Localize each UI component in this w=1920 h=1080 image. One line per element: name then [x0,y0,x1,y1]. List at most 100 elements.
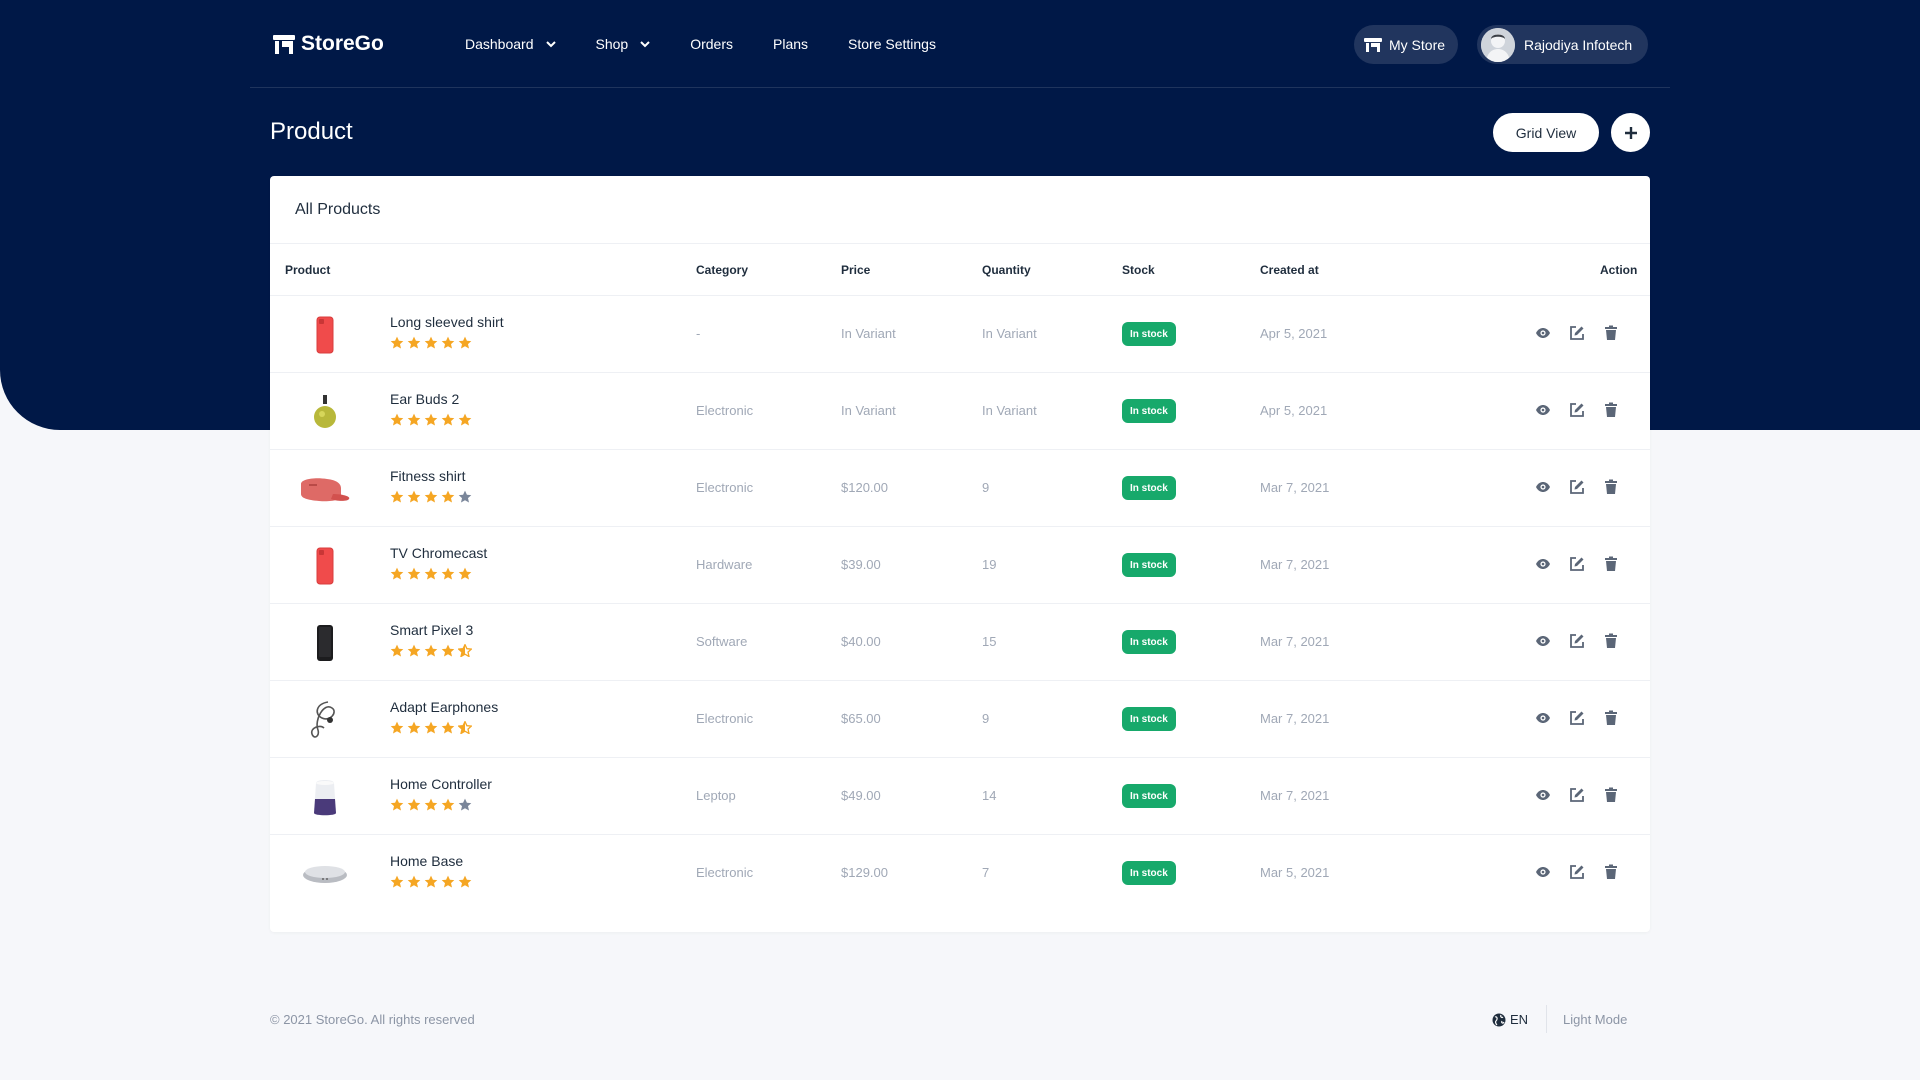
star-full-icon [407,875,421,888]
product-thumbnail[interactable] [295,541,355,591]
product-thumbnail[interactable] [295,464,355,514]
add-product-button[interactable] [1611,113,1650,152]
product-price: $40.00 [841,634,881,649]
edit-icon[interactable] [1568,478,1585,495]
product-quantity: In Variant [982,326,1037,341]
delete-icon[interactable] [1602,555,1619,572]
delete-icon[interactable] [1602,709,1619,726]
product-category: Hardware [696,557,753,572]
star-full-icon [441,490,455,503]
stock-badge: In stock [1122,399,1176,423]
product-quantity: 19 [982,557,997,572]
product-thumbnail[interactable] [295,387,355,437]
star-full-icon [441,336,455,349]
product-name[interactable]: TV Chromecast [390,545,487,561]
column-header-price[interactable]: Price [841,263,870,277]
product-quantity: 7 [982,865,990,880]
edit-icon[interactable] [1568,709,1585,726]
table-row[interactable]: Home Base Electronic $129.00 7 In stock Mar 5… [270,835,1650,912]
product-category: Electronic [696,865,754,880]
star-full-icon [390,875,404,888]
nav-store-settings[interactable]: Store Settings [848,36,936,52]
product-rating [390,798,472,811]
edit-icon[interactable] [1568,324,1585,341]
product-thumbnail[interactable] [295,695,355,745]
delete-icon[interactable] [1602,401,1619,418]
table-row[interactable]: TV Chromecast Hardware $39.00 19 In stock Mar… [270,527,1650,604]
light-mode-toggle[interactable]: Light Mode [1563,1012,1627,1027]
column-header-quantity[interactable]: Quantity [982,263,1031,277]
star-full-icon [407,644,421,657]
nav-plans[interactable]: Plans [773,36,808,52]
user-avatar-icon [1481,27,1515,62]
table-row[interactable]: Home Controller Leptop $49.00 14 In stock Mar… [270,758,1650,835]
product-thumbnail[interactable] [295,772,355,822]
grid-view-button[interactable]: Grid View [1493,113,1599,152]
column-header-category[interactable]: Category [696,263,748,277]
stock-badge: In stock [1122,322,1176,346]
view-icon[interactable] [1534,478,1551,495]
nav-plans-label: Plans [773,36,809,52]
product-category: Electronic [696,480,754,495]
product-rating [390,567,472,580]
row-actions [1534,401,1619,418]
table-row[interactable]: Ear Buds 2 Electronic In Variant In Variant… [270,373,1650,450]
edit-icon[interactable] [1568,401,1585,418]
delete-icon[interactable] [1602,632,1619,649]
delete-icon[interactable] [1602,478,1619,495]
product-name[interactable]: Ear Buds 2 [390,391,459,407]
view-icon[interactable] [1534,555,1551,572]
product-name[interactable]: Smart Pixel 3 [390,622,473,638]
nav-shop[interactable]: Shop [596,36,651,52]
table-row[interactable]: Fitness shirt Electronic $120.00 9 In stock M… [270,450,1650,527]
table-row[interactable]: Adapt Earphones Electronic $65.00 9 In stock… [270,681,1650,758]
product-name[interactable]: Long sleeved shirt [390,314,504,330]
view-icon[interactable] [1534,786,1551,803]
product-thumbnail[interactable] [295,618,355,668]
product-price: $39.00 [841,557,881,572]
view-icon[interactable] [1534,401,1551,418]
product-thumbnail[interactable] [295,310,355,360]
language-label: EN [1510,1012,1529,1027]
delete-icon[interactable] [1602,324,1619,341]
stock-badge: In stock [1122,476,1176,500]
column-header-stock[interactable]: Stock [1122,263,1155,277]
star-full-icon [424,875,438,888]
nav-dashboard-label: Dashboard [465,36,534,52]
view-icon[interactable] [1534,709,1551,726]
brand-name: StoreGo [301,32,384,55]
column-header-product[interactable]: Product [285,263,330,277]
star-half-icon [458,721,472,734]
nav-dashboard[interactable]: Dashboard [465,36,556,52]
product-rating [390,875,472,888]
user-menu-button[interactable]: Rajodiya Infotech [1477,25,1648,64]
edit-icon[interactable] [1568,555,1585,572]
star-full-icon [424,721,438,734]
product-name[interactable]: Fitness shirt [390,468,465,484]
my-store-button[interactable]: My Store [1354,25,1458,64]
delete-icon[interactable] [1602,786,1619,803]
row-actions [1534,555,1619,572]
column-header-created[interactable]: Created at [1260,263,1319,277]
product-created-at: Mar 7, 2021 [1260,634,1330,649]
view-icon[interactable] [1534,632,1551,649]
table-row[interactable]: Long sleeved shirt - In Variant In Variant I… [270,296,1650,373]
table-row[interactable]: Smart Pixel 3 Software $40.00 15 In stock Mar… [270,604,1650,681]
delete-icon[interactable] [1602,863,1619,880]
nav-store-settings-label: Store Settings [848,36,936,52]
edit-icon[interactable] [1568,863,1585,880]
product-rating [390,490,472,503]
edit-icon[interactable] [1568,786,1585,803]
product-thumbnail[interactable] [295,849,355,899]
brand-logo[interactable]: StoreGo [272,32,384,56]
language-selector[interactable]: EN [1492,1012,1528,1027]
page-title: Product [270,118,353,145]
nav-orders[interactable]: Orders [690,36,733,52]
product-name[interactable]: Home Controller [390,776,492,792]
view-icon[interactable] [1534,863,1551,880]
product-name[interactable]: Home Base [390,853,463,869]
edit-icon[interactable] [1568,632,1585,649]
view-icon[interactable] [1534,324,1551,341]
product-name[interactable]: Adapt Earphones [390,699,498,715]
row-actions [1534,863,1619,880]
